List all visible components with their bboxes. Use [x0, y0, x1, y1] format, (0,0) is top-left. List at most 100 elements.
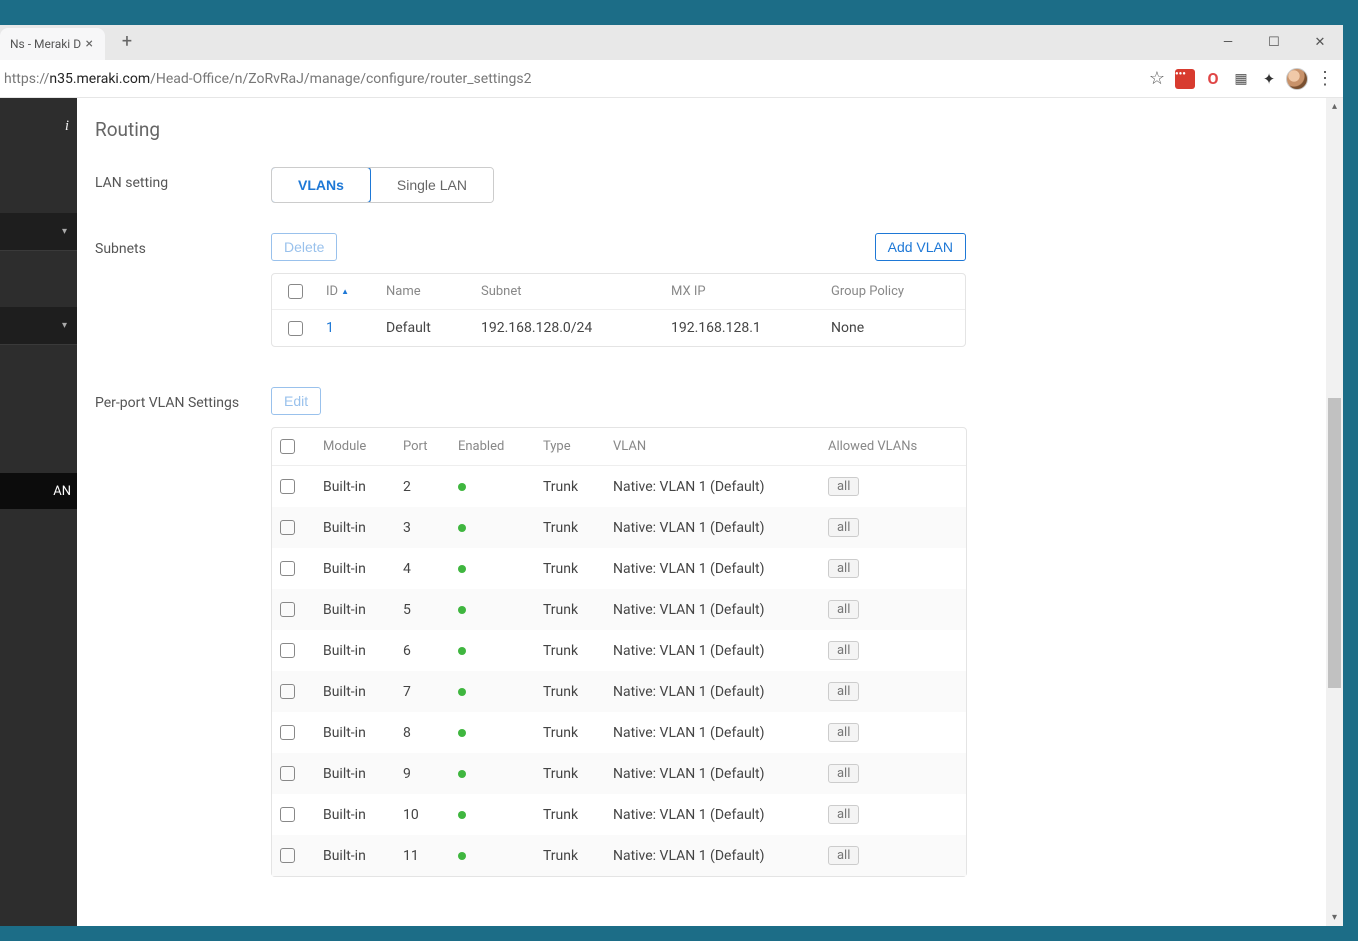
port-module: Built-in — [315, 835, 395, 876]
port-module: Built-in — [315, 548, 395, 589]
sidebar-subitem-1[interactable] — [0, 251, 77, 289]
delete-button[interactable]: Delete — [271, 233, 337, 261]
col-allowed[interactable]: Allowed VLANs — [820, 428, 966, 466]
row-checkbox[interactable] — [280, 848, 295, 863]
scroll-up-icon[interactable]: ▴ — [1326, 98, 1343, 115]
window-minimize-icon[interactable]: — — [1205, 25, 1251, 60]
browser-tab-active[interactable]: Ns - Meraki D × — [0, 28, 105, 60]
allowed-chip: all — [828, 559, 859, 578]
sidebar-section-1[interactable]: ▾ — [0, 213, 77, 251]
allowed-chip: all — [828, 682, 859, 701]
col-vlan[interactable]: VLAN — [605, 428, 820, 466]
tab-single-lan[interactable]: Single LAN — [370, 168, 493, 202]
window-close-icon[interactable]: ✕ — [1297, 25, 1343, 60]
profile-avatar-icon[interactable] — [1285, 67, 1309, 91]
sidebar-subitem-2[interactable] — [0, 345, 77, 383]
window-controls: — ☐ ✕ — [1205, 25, 1343, 60]
port-vlan: Native: VLAN 1 (Default) — [605, 630, 820, 671]
port-enabled — [450, 466, 535, 508]
tab-strip: Ns - Meraki D × + — ☐ ✕ — [0, 25, 1343, 60]
port-number: 7 — [395, 671, 450, 712]
extension-opera-icon[interactable]: O — [1201, 67, 1225, 91]
col-name[interactable]: Name — [378, 274, 473, 310]
port-number: 5 — [395, 589, 450, 630]
sidebar-item-active[interactable]: AN — [0, 473, 77, 509]
subnet-mxip: 192.168.128.1 — [663, 310, 823, 347]
port-row[interactable]: Built-in6TrunkNative: VLAN 1 (Default)al… — [272, 630, 966, 671]
scroll-thumb[interactable] — [1328, 398, 1341, 688]
subnet-row[interactable]: 1Default192.168.128.0/24192.168.128.1Non… — [272, 310, 965, 347]
row-checkbox[interactable] — [288, 321, 303, 336]
row-checkbox[interactable] — [280, 561, 295, 576]
status-dot-icon — [458, 770, 466, 778]
port-row[interactable]: Built-in11TrunkNative: VLAN 1 (Default)a… — [272, 835, 966, 876]
subnets-table: ID Name Subnet MX IP Group Policy 1Defau… — [271, 273, 966, 347]
row-checkbox[interactable] — [280, 602, 295, 617]
row-checkbox[interactable] — [280, 684, 295, 699]
port-row[interactable]: Built-in4TrunkNative: VLAN 1 (Default)al… — [272, 548, 966, 589]
add-vlan-button[interactable]: Add VLAN — [875, 233, 966, 261]
window-maximize-icon[interactable]: ☐ — [1251, 25, 1297, 60]
port-enabled — [450, 794, 535, 835]
port-vlan: Native: VLAN 1 (Default) — [605, 753, 820, 794]
port-row[interactable]: Built-in8TrunkNative: VLAN 1 (Default)al… — [272, 712, 966, 753]
extension-lastpass-icon[interactable]: ••• — [1173, 67, 1197, 91]
port-number: 2 — [395, 466, 450, 508]
lan-mode-toggle: VLANs Single LAN — [271, 167, 494, 203]
ports-select-all-checkbox[interactable] — [280, 439, 295, 454]
port-row[interactable]: Built-in2TrunkNative: VLAN 1 (Default)al… — [272, 466, 966, 508]
col-mxip[interactable]: MX IP — [663, 274, 823, 310]
tab-vlans[interactable]: VLANs — [271, 167, 371, 203]
url-display[interactable]: https://n35.meraki.com/Head-Office/n/ZoR… — [4, 71, 1141, 87]
port-vlan: Native: VLAN 1 (Default) — [605, 794, 820, 835]
col-id[interactable]: ID — [318, 274, 378, 310]
lan-setting-label: LAN setting — [95, 167, 271, 191]
col-group-policy[interactable]: Group Policy — [823, 274, 965, 310]
select-all-checkbox[interactable] — [288, 284, 303, 299]
page-viewport: i ▾ ▾ AN Routing LAN setting VLANs Singl… — [0, 98, 1343, 926]
allowed-chip: all — [828, 723, 859, 742]
col-enabled[interactable]: Enabled — [450, 428, 535, 466]
ports-label: Per-port VLAN Settings — [95, 387, 271, 411]
subnet-group-policy: None — [823, 310, 965, 347]
port-row[interactable]: Built-in3TrunkNative: VLAN 1 (Default)al… — [272, 507, 966, 548]
row-checkbox[interactable] — [280, 520, 295, 535]
url-proto: https:// — [4, 71, 49, 87]
port-allowed: all — [820, 507, 966, 548]
status-dot-icon — [458, 729, 466, 737]
col-module[interactable]: Module — [315, 428, 395, 466]
col-subnet[interactable]: Subnet — [473, 274, 663, 310]
port-number: 4 — [395, 548, 450, 589]
port-row[interactable]: Built-in7TrunkNative: VLAN 1 (Default)al… — [272, 671, 966, 712]
port-enabled — [450, 671, 535, 712]
scrollbar[interactable]: ▴ ▾ — [1326, 98, 1343, 926]
edit-button[interactable]: Edit — [271, 387, 321, 415]
allowed-chip: all — [828, 805, 859, 824]
port-vlan: Native: VLAN 1 (Default) — [605, 671, 820, 712]
browser-menu-icon[interactable]: ⋮ — [1313, 67, 1337, 91]
lan-setting-row: LAN setting VLANs Single LAN — [95, 167, 1343, 203]
col-port[interactable]: Port — [395, 428, 450, 466]
ports-table: Module Port Enabled Type VLAN Allowed VL… — [271, 427, 967, 877]
new-tab-button[interactable]: + — [113, 31, 141, 54]
port-row[interactable]: Built-in9TrunkNative: VLAN 1 (Default)al… — [272, 753, 966, 794]
port-row[interactable]: Built-in5TrunkNative: VLAN 1 (Default)al… — [272, 589, 966, 630]
row-checkbox[interactable] — [280, 643, 295, 658]
tab-close-icon[interactable]: × — [84, 36, 95, 52]
bookmark-star-icon[interactable] — [1145, 67, 1169, 91]
extensions-menu-icon[interactable] — [1257, 67, 1281, 91]
port-number: 6 — [395, 630, 450, 671]
col-type[interactable]: Type — [535, 428, 605, 466]
port-module: Built-in — [315, 466, 395, 508]
port-enabled — [450, 630, 535, 671]
subnet-id[interactable]: 1 — [318, 310, 378, 347]
row-checkbox[interactable] — [280, 807, 295, 822]
chevron-down-icon: ▾ — [62, 226, 67, 237]
extension-qr-icon[interactable] — [1229, 67, 1253, 91]
row-checkbox[interactable] — [280, 766, 295, 781]
scroll-down-icon[interactable]: ▾ — [1326, 909, 1343, 926]
sidebar-section-2[interactable]: ▾ — [0, 307, 77, 345]
port-row[interactable]: Built-in10TrunkNative: VLAN 1 (Default)a… — [272, 794, 966, 835]
row-checkbox[interactable] — [280, 725, 295, 740]
row-checkbox[interactable] — [280, 479, 295, 494]
